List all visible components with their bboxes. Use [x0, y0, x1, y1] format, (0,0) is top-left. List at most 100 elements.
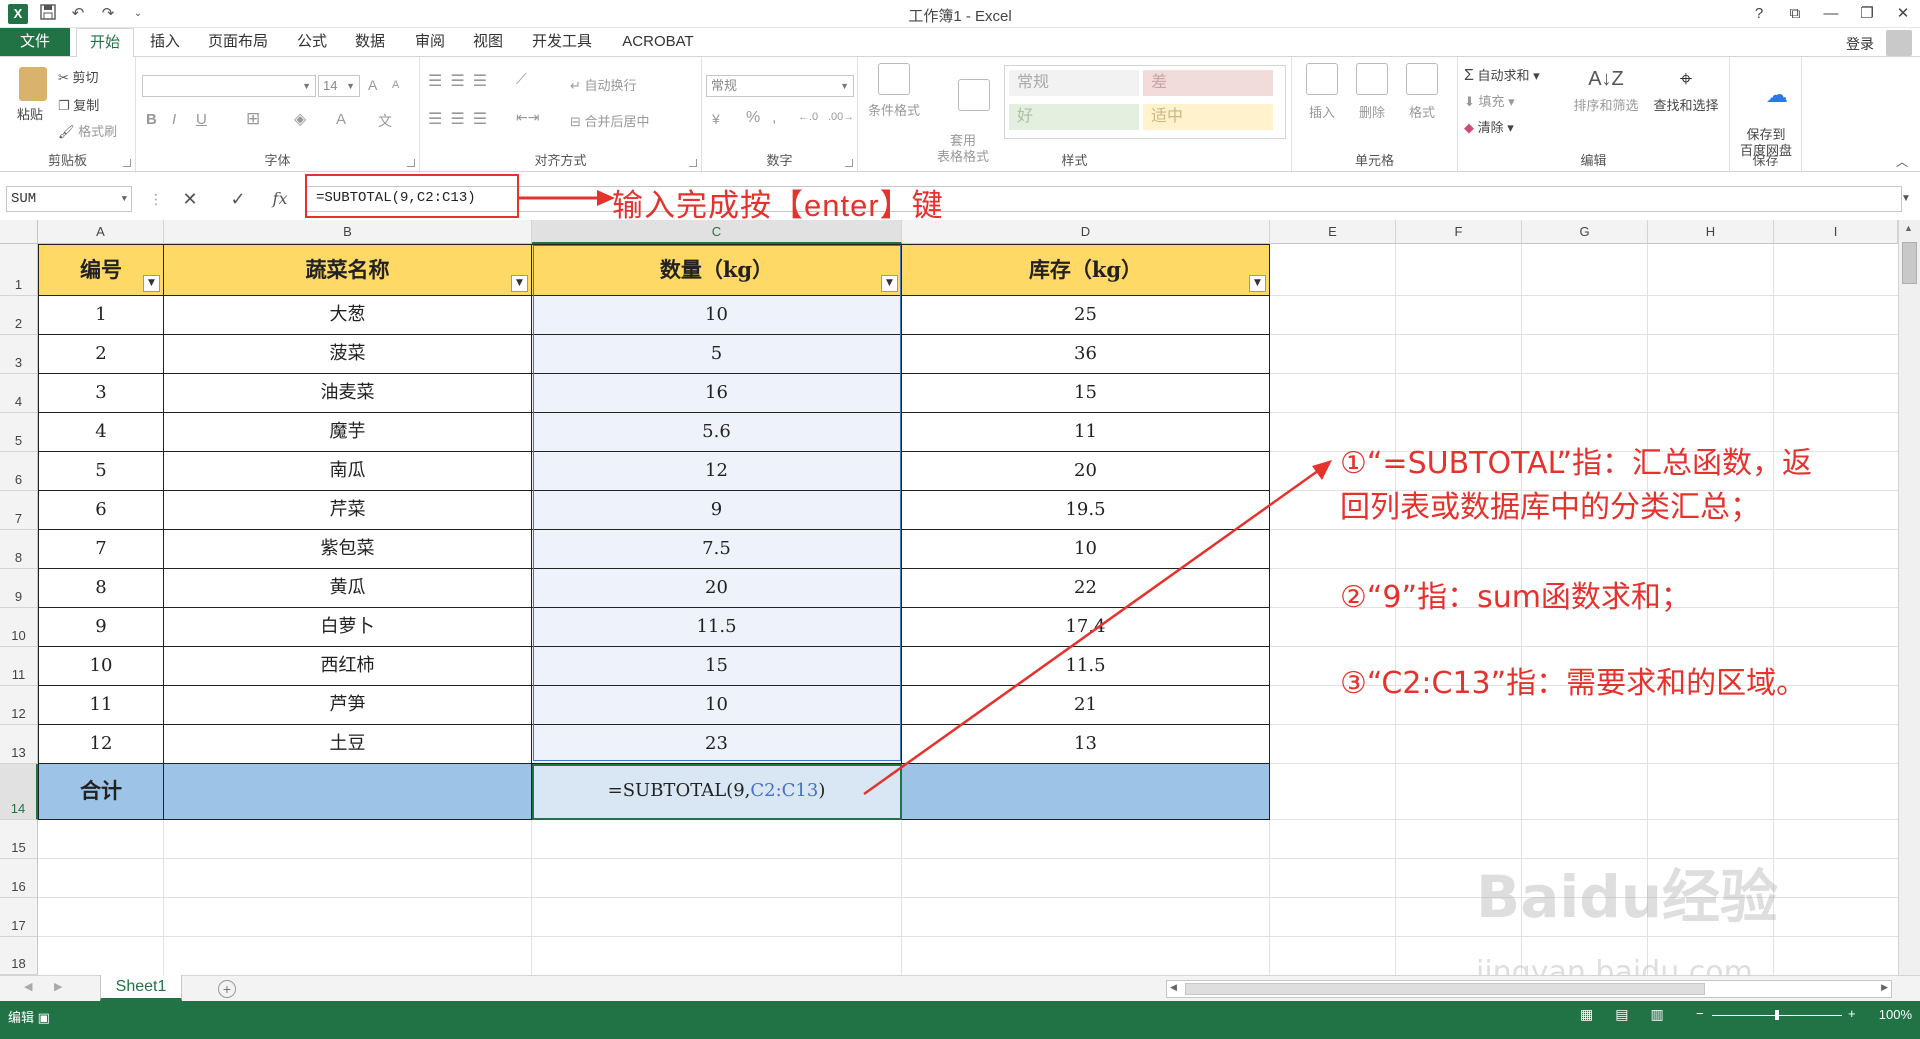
fill-color-icon[interactable]: ◈ — [294, 109, 306, 129]
cell-c6[interactable]: 12 — [532, 452, 902, 491]
zoom-level[interactable]: 100% — [1879, 1007, 1912, 1022]
cut-button[interactable]: ✂ 剪切 — [58, 67, 99, 86]
currency-icon[interactable]: ¥ — [712, 111, 720, 127]
macro-record-icon[interactable]: ▣ — [38, 1010, 50, 1025]
ribbon-display-options-button[interactable]: ⧉ — [1784, 3, 1806, 25]
scroll-up-icon[interactable]: ▲ — [1904, 223, 1913, 233]
row-header[interactable]: 13 — [0, 725, 38, 764]
scroll-left-icon[interactable]: ◀ — [1170, 982, 1177, 993]
column-header-h[interactable]: H — [1648, 220, 1774, 244]
clear-button[interactable]: ◆ 清除 ▾ — [1464, 117, 1514, 136]
row-header[interactable]: 17 — [0, 898, 38, 937]
cell-a12[interactable]: 11 — [38, 686, 164, 725]
clipboard-launcher-icon[interactable] — [123, 159, 131, 167]
sign-in-link[interactable]: 登录 — [1846, 34, 1874, 54]
cell-a11[interactable]: 10 — [38, 647, 164, 686]
tab-formulas[interactable]: 公式 — [288, 28, 336, 56]
tab-file[interactable]: 文件 — [0, 28, 70, 56]
cell-b14[interactable] — [164, 764, 532, 820]
row-header[interactable]: 1 — [0, 244, 38, 296]
style-neutral[interactable]: 适中 — [1143, 104, 1273, 130]
alignment-launcher-icon[interactable] — [689, 159, 697, 167]
cell-c12[interactable]: 10 — [532, 686, 902, 725]
borders-icon[interactable]: ⊞ — [246, 109, 260, 129]
vertical-align-icons[interactable]: ☰☰☰ — [428, 71, 495, 91]
tab-home[interactable]: 开始 — [76, 28, 134, 57]
merge-center-button[interactable]: ⊟ 合并后居中 — [570, 111, 650, 130]
grow-font-button[interactable]: A — [368, 77, 377, 93]
save-to-baidu-button[interactable]: ☁ 保存到 百度网盘 — [1732, 63, 1800, 191]
row-header[interactable]: 12 — [0, 686, 38, 725]
phonetic-button[interactable]: 文 — [378, 111, 392, 131]
cell-b13[interactable]: 土豆 — [164, 725, 532, 764]
tab-acrobat[interactable]: ACROBAT — [614, 28, 702, 56]
cell-a13[interactable]: 12 — [38, 725, 164, 764]
column-header-c[interactable]: C — [532, 220, 902, 244]
column-header-i[interactable]: I — [1774, 220, 1898, 244]
comma-button[interactable]: , — [772, 109, 776, 127]
name-box[interactable]: SUM ▼ — [6, 186, 132, 212]
horizontal-align-icons[interactable]: ☰☰☰ — [428, 109, 495, 129]
cell-b3[interactable]: 菠菜 — [164, 335, 532, 374]
page-break-view-icon[interactable]: ▥ — [1650, 1006, 1663, 1023]
row-header[interactable]: 6 — [0, 452, 38, 491]
row-header[interactable]: 15 — [0, 820, 38, 859]
cell-a2[interactable]: 1 — [38, 296, 164, 335]
zoom-slider-knob[interactable] — [1775, 1010, 1779, 1020]
cell-b6[interactable]: 南瓜 — [164, 452, 532, 491]
header-cell-name[interactable]: 蔬菜名称 ▼ — [164, 244, 532, 296]
header-cell-qty[interactable]: 数量（kg） ▼ — [532, 244, 902, 296]
style-normal[interactable]: 常规 — [1009, 70, 1139, 96]
column-header-e[interactable]: E — [1270, 220, 1396, 244]
horizontal-scrollbar[interactable]: ◀ ▶ — [1166, 980, 1892, 998]
row-header[interactable]: 18 — [0, 937, 38, 975]
autosum-button[interactable]: Σ 自动求和 ▾ — [1464, 65, 1540, 85]
add-sheet-button[interactable]: + — [218, 980, 236, 998]
column-header-g[interactable]: G — [1522, 220, 1648, 244]
cell-c7[interactable]: 9 — [532, 491, 902, 530]
page-layout-view-icon[interactable]: ▤ — [1615, 1006, 1628, 1023]
zoom-in-icon[interactable]: + — [1848, 1006, 1856, 1021]
cell-c5[interactable]: 5.6 — [532, 413, 902, 452]
increase-decimal-icon[interactable]: ←.0 — [798, 111, 818, 123]
row-header[interactable]: 10 — [0, 608, 38, 647]
conditional-format-button[interactable]: 条件格式 — [864, 63, 924, 119]
vertical-scrollbar[interactable]: ▲ — [1898, 220, 1920, 975]
filter-dropdown-icon[interactable]: ▼ — [511, 275, 528, 292]
insert-cells-button[interactable]: 插入 — [1302, 63, 1342, 121]
font-size-combo[interactable]: 14 ▼ — [318, 75, 360, 97]
column-header-f[interactable]: F — [1396, 220, 1522, 244]
column-header-d[interactable]: D — [902, 220, 1270, 244]
row-header[interactable]: 8 — [0, 530, 38, 569]
bold-button[interactable]: B — [146, 111, 157, 128]
header-cell-id[interactable]: 编号 ▼ — [38, 244, 164, 296]
cell-a10[interactable]: 9 — [38, 608, 164, 647]
format-cells-button[interactable]: 格式 — [1402, 63, 1442, 121]
prev-sheet-icon[interactable]: ◀ — [24, 980, 32, 993]
vertical-scroll-thumb[interactable] — [1902, 242, 1917, 284]
cell-b8[interactable]: 紫包菜 — [164, 530, 532, 569]
fill-button[interactable]: ⬇ 填充 ▾ — [1464, 91, 1515, 110]
delete-cells-button[interactable]: 删除 — [1352, 63, 1392, 121]
total-formula-cell[interactable]: =SUBTOTAL(9,C2:C13) — [532, 764, 902, 820]
zoom-out-icon[interactable]: − — [1696, 1006, 1704, 1021]
sort-filter-button[interactable]: A↓Z 排序和筛选 — [1566, 63, 1646, 114]
cell-c9[interactable]: 20 — [532, 569, 902, 608]
filter-dropdown-icon[interactable]: ▼ — [881, 275, 898, 292]
tab-data[interactable]: 数据 — [346, 28, 394, 56]
cell-a3[interactable]: 2 — [38, 335, 164, 374]
decrease-decimal-icon[interactable]: .00→ — [828, 111, 854, 123]
cell-c13[interactable]: 23 — [532, 725, 902, 764]
cell-a8[interactable]: 7 — [38, 530, 164, 569]
shrink-font-button[interactable]: A — [392, 79, 399, 91]
filter-dropdown-icon[interactable]: ▼ — [143, 275, 160, 292]
cell-b10[interactable]: 白萝卜 — [164, 608, 532, 647]
column-header-b[interactable]: B — [164, 220, 532, 244]
format-painter-button[interactable]: 🖌 格式刷 — [58, 121, 117, 140]
tab-view[interactable]: 视图 — [464, 28, 512, 56]
tab-page-layout[interactable]: 页面布局 — [200, 28, 276, 56]
cell-d4[interactable]: 15 — [902, 374, 1270, 413]
collapse-ribbon-icon[interactable]: ︿ — [1896, 153, 1908, 170]
cell-c8[interactable]: 7.5 — [532, 530, 902, 569]
cell-c4[interactable]: 16 — [532, 374, 902, 413]
